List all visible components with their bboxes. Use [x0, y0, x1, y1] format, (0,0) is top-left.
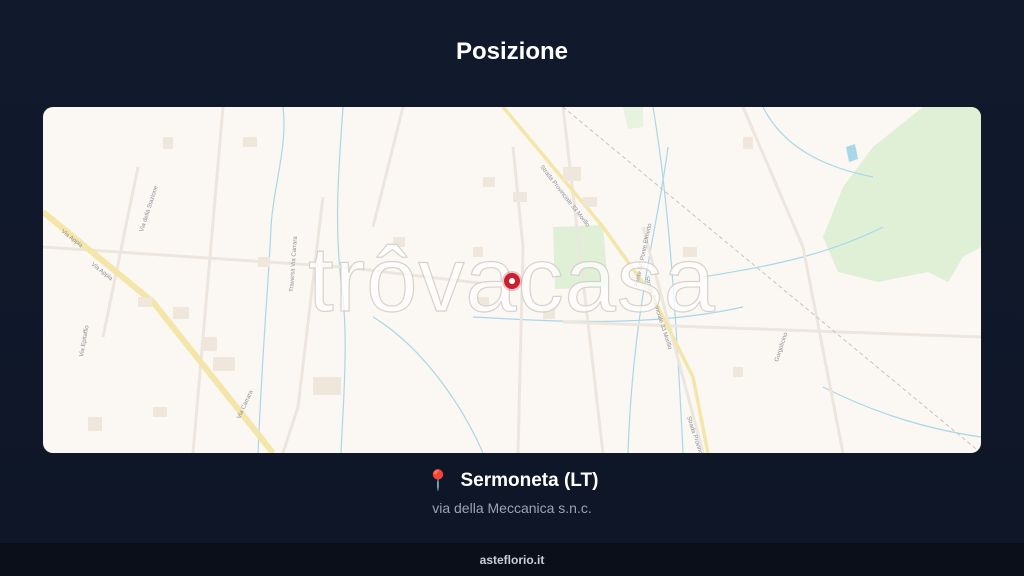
location-address: via della Meccanica s.n.c.: [432, 500, 592, 516]
map[interactable]: Via Appia Via Appia Via della Stazione V…: [43, 107, 981, 453]
street-label-via-epitaffio: Via Epitaffio: [79, 324, 91, 357]
footer-brand[interactable]: asteflorio.it: [480, 553, 545, 567]
street-label-via-della-stazione: Via della Stazione: [139, 185, 160, 233]
location-name: Sermoneta (LT): [460, 470, 599, 491]
page-title: Posizione: [455, 38, 569, 65]
footer: asteflorio.it: [0, 543, 1024, 576]
street-label-gorgolicino: Gorgolicino: [774, 331, 789, 362]
location-row: 📍 Sermoneta (LT): [0, 470, 1024, 492]
map-marker-icon[interactable]: [504, 273, 520, 289]
map-pin-icon: 📍: [425, 470, 451, 492]
